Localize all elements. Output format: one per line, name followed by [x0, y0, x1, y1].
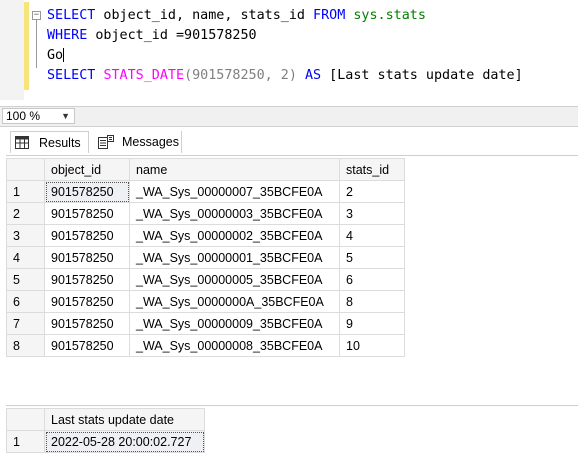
- results-grid-1[interactable]: object_id name stats_id 1 901578250 _WA_…: [6, 155, 578, 401]
- cell-name[interactable]: _WA_Sys_00000007_35BCFE0A: [129, 180, 340, 203]
- cell-object-id[interactable]: 901578250: [44, 334, 130, 357]
- cell-name[interactable]: _WA_Sys_00000005_35BCFE0A: [129, 268, 340, 291]
- table-row[interactable]: 3 901578250 _WA_Sys_00000002_35BCFE0A 4: [6, 224, 405, 247]
- cell-stats-id[interactable]: 8: [339, 290, 405, 313]
- keyword-select: SELECT: [47, 68, 96, 83]
- table-row[interactable]: 6 901578250 _WA_Sys_0000000A_35BCFE0A 8: [6, 290, 405, 313]
- keyword-from: FROM: [313, 8, 346, 23]
- where-condition: object_id =901578250: [87, 28, 257, 43]
- cell-name[interactable]: _WA_Sys_00000002_35BCFE0A: [129, 224, 340, 247]
- grid-icon: [15, 136, 29, 149]
- header-row: object_id name stats_id: [6, 158, 405, 181]
- code-line-4[interactable]: SELECT STATS_DATE(901578250, 2) AS [Last…: [47, 66, 523, 86]
- table-row[interactable]: 8 901578250 _WA_Sys_00000008_35BCFE0A 10: [6, 334, 405, 357]
- chevron-down-icon[interactable]: ▼: [61, 109, 70, 123]
- table-row[interactable]: 7 901578250 _WA_Sys_00000009_35BCFE0A 9: [6, 312, 405, 335]
- row-number[interactable]: 3: [6, 224, 45, 247]
- cell-name[interactable]: _WA_Sys_0000000A_35BCFE0A: [129, 290, 340, 313]
- row-number[interactable]: 8: [6, 334, 45, 357]
- change-tracking-bar: [24, 2, 29, 90]
- keyword-select: SELECT: [47, 8, 96, 23]
- table-row[interactable]: 1 2022-05-28 20:00:02.727: [6, 430, 205, 453]
- column-header-stats-id[interactable]: stats_id: [339, 158, 405, 181]
- cell-object-id[interactable]: 901578250: [44, 312, 130, 335]
- row-number-header[interactable]: [6, 158, 45, 181]
- column-header-last-stats-update-date[interactable]: Last stats update date: [44, 408, 205, 431]
- tab-results[interactable]: Results: [10, 131, 89, 153]
- table-row[interactable]: 2 901578250 _WA_Sys_00000003_35BCFE0A 3: [6, 202, 405, 225]
- row-number[interactable]: 7: [6, 312, 45, 335]
- tab-messages-label: Messages: [122, 135, 179, 149]
- collapse-icon[interactable]: −: [32, 11, 41, 20]
- results-pane: Results Messages object_id name stats_id…: [0, 127, 578, 460]
- stats-date-table[interactable]: Last stats update date 1 2022-05-28 20:0…: [6, 408, 205, 453]
- cell-object-id[interactable]: 901578250: [44, 180, 130, 203]
- tab-messages[interactable]: Messages: [92, 131, 182, 153]
- row-number[interactable]: 4: [6, 246, 45, 269]
- row-number[interactable]: 1: [6, 430, 45, 453]
- row-number[interactable]: 1: [6, 180, 45, 203]
- header-row: Last stats update date: [6, 408, 205, 431]
- cell-stats-id[interactable]: 6: [339, 268, 405, 291]
- keyword-where: WHERE: [47, 28, 88, 43]
- cell-name[interactable]: _WA_Sys_00000008_35BCFE0A: [129, 334, 340, 357]
- select-columns: object_id, name, stats_id: [95, 8, 314, 23]
- column-alias: [Last stats update date]: [321, 68, 523, 83]
- row-number[interactable]: 5: [6, 268, 45, 291]
- cell-stats-id[interactable]: 4: [339, 224, 405, 247]
- cell-stats-id[interactable]: 9: [339, 312, 405, 335]
- cell-object-id[interactable]: 901578250: [44, 246, 130, 269]
- editor-margin: [0, 0, 24, 100]
- zoom-bar: 100 % ▼: [0, 106, 578, 127]
- table-row[interactable]: 1 901578250 _WA_Sys_00000007_35BCFE0A 2: [6, 180, 405, 203]
- row-number[interactable]: 2: [6, 202, 45, 225]
- cell-name[interactable]: _WA_Sys_00000001_35BCFE0A: [129, 246, 340, 269]
- function-args: (901578250, 2): [184, 68, 305, 83]
- cell-object-id[interactable]: 901578250: [44, 224, 130, 247]
- code-line-3[interactable]: Go: [47, 46, 65, 66]
- stats-table[interactable]: object_id name stats_id 1 901578250 _WA_…: [6, 158, 405, 357]
- outline-guide: [36, 20, 37, 68]
- function-name: STATS_DATE: [103, 68, 185, 83]
- cell-stats-id[interactable]: 2: [339, 180, 405, 203]
- cell-name[interactable]: _WA_Sys_00000009_35BCFE0A: [129, 312, 340, 335]
- column-header-object-id[interactable]: object_id: [44, 158, 130, 181]
- text-cursor: [63, 48, 65, 62]
- query-editor[interactable]: − SELECT object_id, name, stats_id FROM …: [0, 0, 578, 100]
- cell-object-id[interactable]: 901578250: [44, 202, 130, 225]
- cell-object-id[interactable]: 901578250: [44, 290, 130, 313]
- row-number-header[interactable]: [6, 408, 45, 431]
- table-row[interactable]: 5 901578250 _WA_Sys_00000005_35BCFE0A 6: [6, 268, 405, 291]
- cell-stats-id[interactable]: 3: [339, 202, 405, 225]
- go-statement: Go: [47, 48, 64, 63]
- cell-object-id[interactable]: 901578250: [44, 268, 130, 291]
- messages-icon: [98, 135, 114, 149]
- zoom-dropdown[interactable]: 100 % ▼: [2, 108, 75, 124]
- code-line-2[interactable]: WHERE object_id =901578250: [47, 26, 257, 46]
- row-number[interactable]: 6: [6, 290, 45, 313]
- results-tabs: Results Messages: [0, 127, 578, 155]
- results-grid-2[interactable]: Last stats update date 1 2022-05-28 20:0…: [6, 405, 578, 460]
- table-row[interactable]: 4 901578250 _WA_Sys_00000001_35BCFE0A 5: [6, 246, 405, 269]
- keyword-as: AS: [305, 68, 322, 83]
- cell-name[interactable]: _WA_Sys_00000003_35BCFE0A: [129, 202, 340, 225]
- cell-stats-id[interactable]: 10: [339, 334, 405, 357]
- tab-results-label: Results: [39, 136, 81, 150]
- column-header-name[interactable]: name: [129, 158, 340, 181]
- table-name: sys.stats: [353, 8, 426, 23]
- zoom-value: 100 %: [6, 109, 41, 123]
- cell-stats-id[interactable]: 5: [339, 246, 405, 269]
- cell-last-stats-update-date[interactable]: 2022-05-28 20:00:02.727: [44, 430, 205, 453]
- code-line-1[interactable]: SELECT object_id, name, stats_id FROM sy…: [47, 6, 426, 26]
